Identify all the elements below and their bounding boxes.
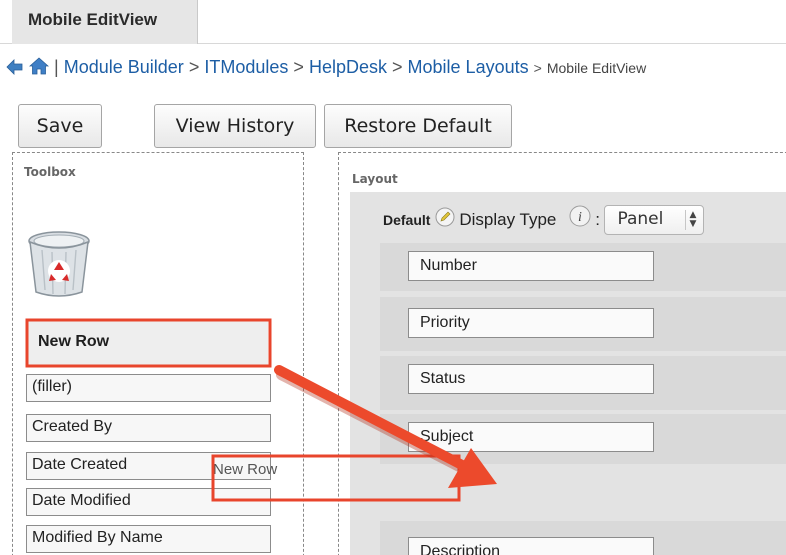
layout-field-status[interactable]: Status (408, 364, 654, 394)
recycle-bin-icon[interactable] (26, 228, 92, 305)
layout-field-description[interactable]: Description (408, 537, 654, 555)
breadcrumb-arrow: > (293, 57, 304, 77)
chevron-updown-icon: ▲ ▼ (685, 210, 699, 230)
breadcrumb-arrow: > (188, 57, 200, 77)
panel-name-label: Default (383, 212, 431, 228)
toolbox-field-modified-by-name[interactable]: Modified By Name (26, 525, 271, 553)
tab-bar: Mobile EditView (0, 0, 786, 44)
new-row-item[interactable]: New Row (26, 320, 268, 366)
breadcrumb-itmodules[interactable]: ITModules (204, 57, 288, 77)
display-type-value: Panel (617, 209, 664, 229)
svg-text:i: i (578, 210, 582, 225)
layout-field-priority[interactable]: Priority (408, 308, 654, 338)
breadcrumb-helpdesk[interactable]: HelpDesk (309, 57, 387, 77)
display-type-label: Display Type (459, 210, 557, 229)
breadcrumb-module-builder[interactable]: Module Builder (64, 57, 184, 77)
display-type-colon: : (595, 210, 601, 229)
breadcrumb-mobile-layouts[interactable]: Mobile Layouts (408, 57, 529, 77)
toolbox-title: Toolbox (24, 165, 76, 179)
layout-field-number[interactable]: Number (408, 251, 654, 281)
drag-ghost-label: New Row (213, 461, 278, 478)
restore-default-button[interactable]: Restore Default (324, 104, 512, 148)
toolbox-field-date-modified[interactable]: Date Modified (26, 488, 271, 516)
info-icon[interactable]: i (569, 205, 591, 232)
panel-header: Default Display Type i : Panel ▲ ▼ (383, 205, 705, 235)
save-button[interactable]: Save (18, 104, 102, 148)
breadcrumb-current: Mobile EditView (546, 60, 647, 76)
toolbox-field-filler[interactable]: (filler) (26, 374, 271, 402)
breadcrumb-arrow: > (392, 57, 403, 77)
pencil-icon[interactable] (435, 207, 455, 232)
back-arrow-icon[interactable] (6, 58, 24, 81)
display-type-select[interactable]: Panel ▲ ▼ (604, 205, 705, 235)
layout-title: Layout (352, 172, 398, 186)
breadcrumb-separator: | (54, 57, 59, 77)
breadcrumb: | Module Builder > ITModules > HelpDesk … (6, 56, 646, 86)
layout-field-subject[interactable]: Subject (408, 422, 654, 452)
home-icon[interactable] (28, 56, 50, 81)
view-history-button[interactable]: View History (154, 104, 316, 148)
tab-mobile-editview[interactable]: Mobile EditView (12, 0, 198, 44)
breadcrumb-arrow: > (533, 60, 542, 76)
toolbox-field-created-by[interactable]: Created By (26, 414, 271, 442)
